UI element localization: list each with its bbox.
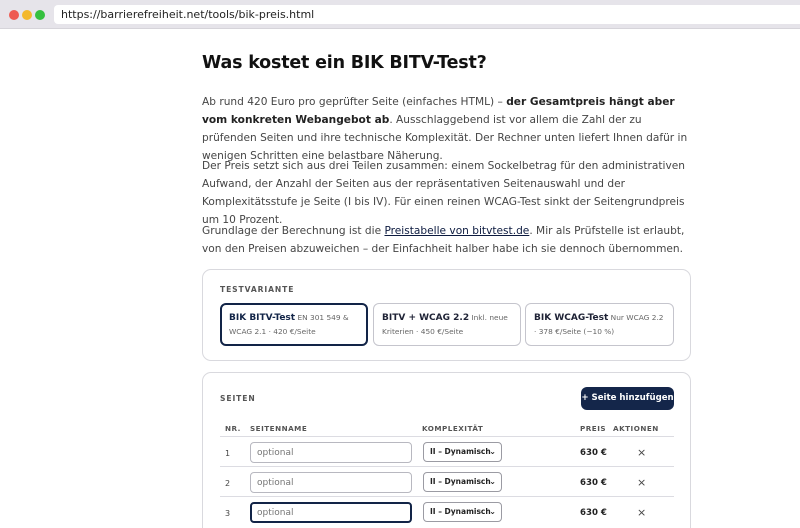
complexity-value: II – Dynamisch [430, 477, 491, 486]
intro-paragraph: Ab rund 420 Euro pro geprüfter Seite (ei… [202, 93, 694, 165]
column-header-actions: AKTIONEN [613, 424, 659, 433]
column-header-name: SEITENNAME [250, 424, 308, 433]
page-title: Was kostet ein BIK BITV-Test? [202, 53, 487, 73]
row-divider [220, 466, 674, 467]
source-text: Grundlage der Berechnung ist die [202, 225, 385, 237]
chevron-down-icon: ⌄ [489, 447, 496, 456]
complexity-select[interactable]: II – Dynamisch ⌄ [423, 442, 502, 462]
test-variant-label: TESTVARIANTE [220, 285, 295, 294]
complexity-value: II – Dynamisch [430, 507, 491, 516]
page-name-input[interactable] [250, 442, 412, 463]
maximize-window-button[interactable] [35, 10, 45, 20]
variant-option-wcag[interactable]: BIK WCAG-Test Nur WCAG 2.2 · 378 €/Seite… [525, 303, 674, 346]
row-number: 1 [225, 449, 231, 458]
browser-toolbar: https://barrierefreiheit.net/tools/bik-p… [0, 0, 800, 29]
variant-option-bitv-wcag22[interactable]: BITV + WCAG 2.2 Inkl. neue Kriterien · 4… [373, 303, 521, 346]
variant-title: BITV + WCAG 2.2 [382, 313, 470, 323]
pages-label: SEITEN [220, 394, 256, 403]
column-header-price: PREIS [580, 424, 607, 433]
pricing-paragraph: Der Preis setzt sich aus drei Teilen zus… [202, 160, 685, 226]
address-bar[interactable]: https://barrierefreiheit.net/tools/bik-p… [54, 5, 800, 24]
variant-title: BIK BITV-Test [229, 313, 296, 323]
complexity-value: II – Dynamisch [430, 447, 491, 456]
price-table-link[interactable]: Preistabelle von bitvtest.de [384, 225, 529, 237]
close-window-button[interactable] [9, 10, 19, 20]
row-price: 630 € [580, 478, 607, 488]
page-name-input[interactable] [250, 472, 412, 493]
row-divider [220, 496, 674, 497]
column-header-complexity: KOMPLEXITÄT [422, 424, 484, 433]
delete-row-icon[interactable]: × [637, 476, 646, 489]
intro-text: Ab rund 420 Euro pro geprüfter Seite (ei… [202, 96, 507, 108]
row-number: 2 [225, 479, 231, 488]
complexity-select[interactable]: II – Dynamisch ⌄ [423, 502, 502, 522]
header-divider [220, 436, 674, 437]
test-variant-card: TESTVARIANTE BIK BITV-Test EN 301 549 & … [202, 269, 691, 361]
pages-card: SEITEN + Seite hinzufügen NR. SEITENNAME… [202, 372, 691, 528]
add-page-button[interactable]: + Seite hinzufügen [581, 387, 674, 410]
table-row: 3 II – Dynamisch⌄ 630 € × [203, 500, 692, 528]
row-price: 630 € [580, 448, 607, 458]
delete-row-icon[interactable]: × [637, 446, 646, 459]
column-header-nr: NR. [225, 424, 241, 433]
variant-title: BIK WCAG-Test [534, 313, 609, 323]
complexity-select[interactable]: II – Dynamisch ⌄ [423, 472, 502, 492]
variant-option-bitv[interactable]: BIK BITV-Test EN 301 549 & WCAG 2.1 · 42… [220, 303, 368, 346]
source-paragraph: Grundlage der Berechnung ist die Preista… [202, 222, 694, 258]
chevron-down-icon: ⌄ [489, 477, 496, 486]
chevron-down-icon: ⌄ [489, 507, 496, 516]
page-name-input[interactable] [250, 502, 412, 523]
minimize-window-button[interactable] [22, 10, 32, 20]
row-number: 3 [225, 509, 231, 518]
delete-row-icon[interactable]: × [637, 506, 646, 519]
row-price: 630 € [580, 508, 607, 518]
